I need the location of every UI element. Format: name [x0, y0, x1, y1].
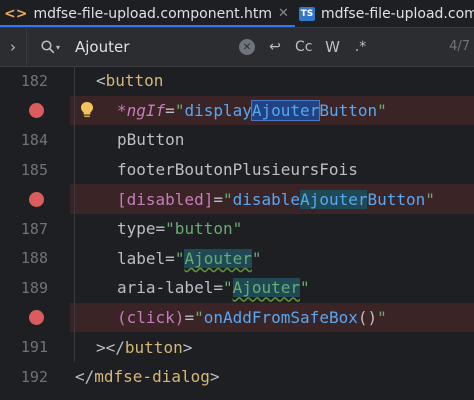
tab-ts-file[interactable]: TS mdfse-file-upload.componen: [295, 0, 474, 27]
gutter-breakpoint[interactable]: [0, 184, 70, 214]
line-number[interactable]: 189: [0, 273, 70, 303]
code-text: pButton: [117, 130, 185, 150]
line-number[interactable]: 182: [0, 66, 70, 96]
code-line[interactable]: 184 pButton: [0, 125, 474, 155]
code-line[interactable]: [disabled] = " disable Ajouter Button ": [0, 184, 474, 214]
code-line[interactable]: 182 < button: [0, 66, 474, 96]
gutter-breakpoint[interactable]: [0, 95, 70, 126]
line-number[interactable]: 188: [0, 244, 70, 274]
search-history-icon[interactable]: ▾: [41, 40, 67, 54]
indent-guide: [74, 273, 75, 303]
indent-guide: [74, 332, 75, 362]
whole-words-toggle[interactable]: W: [324, 38, 340, 56]
breakpoint-icon[interactable]: [29, 310, 44, 326]
indent-guide: [74, 184, 75, 214]
code-line[interactable]: *ngIf = " display Ajouter Button ": [0, 95, 474, 126]
code-line[interactable]: (click) = " onAddFromSafeBox() ": [0, 302, 474, 333]
code-editor[interactable]: 182 < button *ngIf = " display Ajouter Button "…: [0, 66, 474, 400]
search-match: Ajouter: [300, 189, 368, 209]
code-text: type = "button": [117, 219, 243, 239]
tab-label: mdfse-file-upload.component.htm: [33, 5, 273, 22]
search-match-current: Ajouter: [250, 99, 321, 121]
code-line[interactable]: 187 type = "button": [0, 214, 474, 244]
code-text: ></button >: [96, 337, 193, 357]
indent-guide: [74, 95, 75, 126]
indent-guide: [74, 154, 75, 185]
code-line[interactable]: 188 label = " Ajouter ": [0, 243, 474, 274]
clear-search-icon[interactable]: ✕: [239, 39, 255, 55]
line-number[interactable]: 192: [0, 362, 70, 392]
indent-guide: [74, 66, 75, 96]
find-input[interactable]: [67, 38, 225, 56]
code-line[interactable]: 192 </mdfse-dialog >: [0, 362, 474, 392]
code-text: (click) = " onAddFromSafeBox() ": [117, 308, 387, 328]
match-count: 4/7: [449, 39, 470, 54]
chevron-right-icon[interactable]: ›: [0, 38, 26, 56]
indent-guide: [74, 125, 75, 155]
code-line[interactable]: 185 footerBoutonPlusieursFois: [0, 154, 474, 185]
line-number[interactable]: 185: [0, 155, 70, 185]
search-icon: [41, 40, 55, 54]
divider: [26, 28, 27, 66]
code-text: < button: [96, 71, 164, 91]
code-text: label = " Ajouter ": [117, 248, 262, 268]
tab-label: mdfse-file-upload.componen: [320, 5, 474, 22]
new-line-icon[interactable]: ↩: [267, 39, 283, 55]
lightbulb-icon[interactable]: [80, 101, 94, 123]
editor-tab-bar: <> mdfse-file-upload.component.htm ✕ TS …: [0, 0, 474, 28]
ts-file-icon: TS: [298, 6, 315, 21]
code-line[interactable]: 189 aria-label = " Ajouter ": [0, 273, 474, 303]
chevron-down-icon: ▾: [56, 42, 61, 52]
code-text: *ngIf = " display Ajouter Button ": [117, 99, 387, 121]
breakpoint-icon[interactable]: [29, 191, 44, 207]
code-line[interactable]: 191 ></button >: [0, 332, 474, 362]
line-number[interactable]: 191: [0, 332, 70, 362]
indent-guide: [74, 214, 75, 244]
code-text: aria-label = " Ajouter ": [117, 278, 310, 298]
indent-guide: [74, 243, 75, 274]
line-number[interactable]: 184: [0, 125, 70, 155]
tab-html-file[interactable]: <> mdfse-file-upload.component.htm ✕: [0, 0, 295, 27]
code-text: [disabled] = " disable Ajouter Button ": [117, 189, 435, 209]
breakpoint-icon[interactable]: [29, 102, 44, 118]
indent-guide: [74, 302, 75, 333]
match-case-toggle[interactable]: Cc: [295, 39, 312, 55]
find-bar: › ▾ ✕ ↩ Cc W .* 4/7: [0, 28, 474, 67]
search-match: Ajouter: [232, 278, 301, 298]
code-text: footerBoutonPlusieursFois: [117, 160, 358, 180]
gutter-breakpoint[interactable]: [0, 302, 70, 333]
search-match: Ajouter: [184, 248, 252, 268]
code-text: </mdfse-dialog >: [75, 367, 220, 387]
regex-toggle[interactable]: .*: [352, 39, 368, 55]
html-file-icon: <>: [4, 5, 28, 22]
close-icon[interactable]: ✕: [278, 6, 289, 21]
line-number[interactable]: 187: [0, 214, 70, 244]
